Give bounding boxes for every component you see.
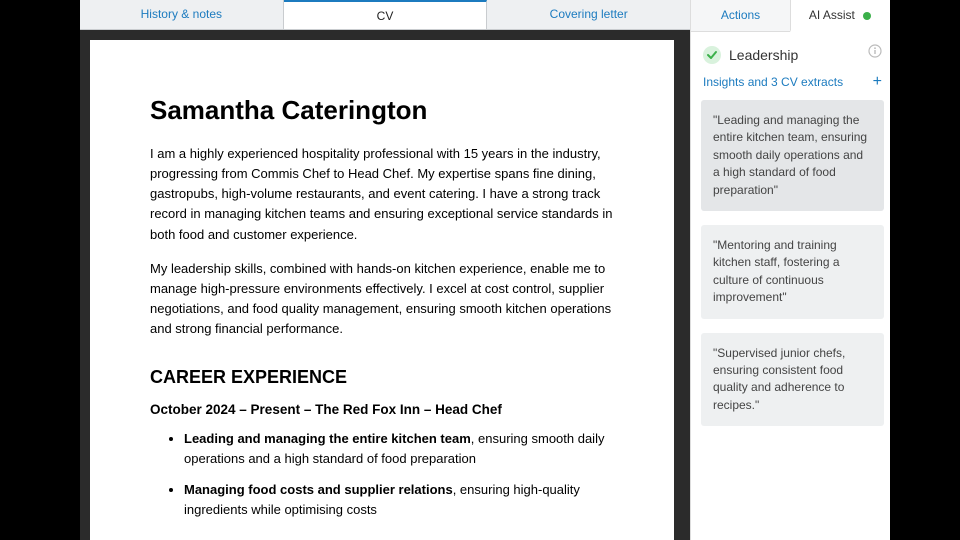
cv-name-heading: Samantha Caterington <box>150 95 614 126</box>
right-gutter <box>890 0 960 540</box>
ai-assist-body[interactable]: Leadership Insights and 3 CV extracts + … <box>691 32 890 540</box>
cv-bullet-list: Leading and managing the entire kitchen … <box>150 429 614 520</box>
plus-icon: + <box>873 74 882 90</box>
document-scroll[interactable]: Samantha Caterington I am a highly exper… <box>90 40 674 540</box>
extract-card[interactable]: "Supervised junior chefs, ensuring consi… <box>701 333 884 427</box>
skill-header: Leadership <box>701 42 884 72</box>
check-icon <box>703 46 721 64</box>
tab-ai-assist[interactable]: AI Assist <box>790 0 890 32</box>
cv-summary-2: My leadership skills, combined with hand… <box>150 259 614 340</box>
tab-actions[interactable]: Actions <box>691 0 790 31</box>
cv-bullet-bold: Leading and managing the entire kitchen … <box>184 431 471 446</box>
extract-card[interactable]: "Mentoring and training kitchen staff, f… <box>701 225 884 319</box>
ai-sparkle-icon <box>862 11 872 21</box>
cv-section-heading: CAREER EXPERIENCE <box>150 367 614 388</box>
cv-bullet-bold: Managing food costs and supplier relatio… <box>184 482 453 497</box>
tab-covering-letter[interactable]: Covering letter <box>487 0 690 29</box>
side-tabs: Actions AI Assist <box>691 0 890 32</box>
cv-job-heading: October 2024 – Present – The Red Fox Inn… <box>150 402 614 417</box>
insights-toggle[interactable]: Insights and 3 CV extracts + <box>701 72 884 100</box>
cv-bullet: Leading and managing the entire kitchen … <box>184 429 614 469</box>
insights-label: Insights and 3 CV extracts <box>703 75 843 89</box>
tab-cv[interactable]: CV <box>284 0 488 29</box>
document-page: Samantha Caterington I am a highly exper… <box>90 40 674 540</box>
document-tabs: History & notes CV Covering letter <box>80 0 690 30</box>
ai-assist-panel: Actions AI Assist Leadership Insights an… <box>690 0 890 540</box>
cv-summary-1: I am a highly experienced hospitality pr… <box>150 144 614 245</box>
document-column: History & notes CV Covering letter Saman… <box>0 0 690 540</box>
tab-ai-assist-label: AI Assist <box>809 8 855 22</box>
skill-title: Leadership <box>729 47 798 63</box>
app: History & notes CV Covering letter Saman… <box>0 0 960 540</box>
cv-bullet: Managing food costs and supplier relatio… <box>184 480 614 520</box>
document-frame: Samantha Caterington I am a highly exper… <box>80 30 690 540</box>
extract-card[interactable]: "Leading and managing the entire kitchen… <box>701 100 884 211</box>
info-icon[interactable] <box>868 44 882 58</box>
tab-history-notes[interactable]: History & notes <box>80 0 284 29</box>
